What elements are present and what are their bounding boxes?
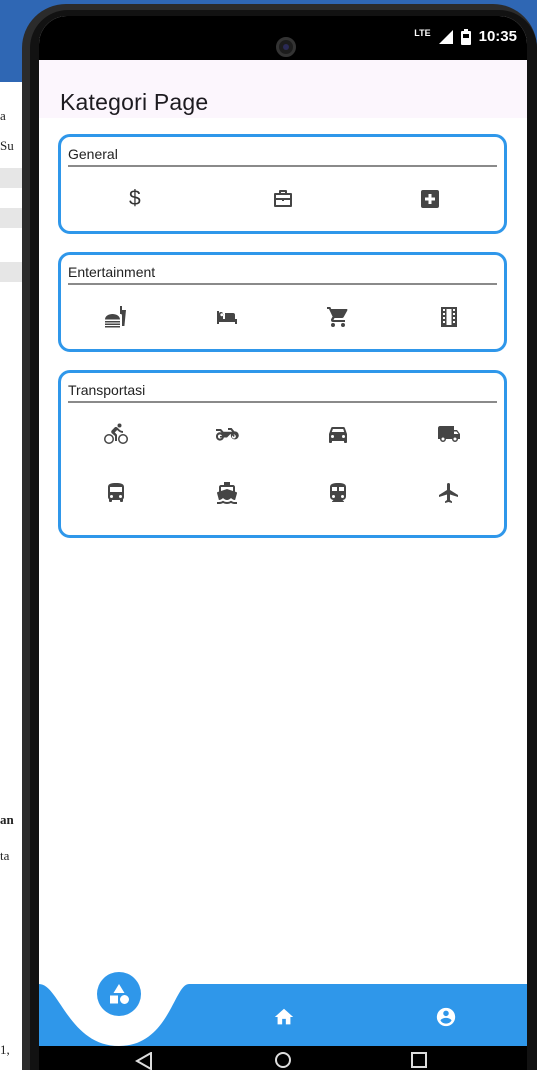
- nav-item-profile[interactable]: [433, 1004, 459, 1030]
- fastfood-icon: [105, 306, 127, 328]
- divider: [68, 401, 497, 403]
- category-item-general[interactable]: $: [61, 184, 209, 214]
- desktop-text-fragment: ta: [0, 848, 10, 863]
- category-item-transportasi[interactable]: [393, 419, 504, 449]
- boat-icon: [217, 482, 238, 504]
- divider: [68, 165, 497, 167]
- nav-item-category[interactable]: [97, 972, 141, 1016]
- desktop-text-fragment: Su: [0, 138, 14, 153]
- status-time: 10:35: [478, 28, 517, 45]
- motorcycle-icon: [216, 428, 239, 441]
- system-navigation-bar: [39, 1046, 527, 1070]
- home-circle-icon[interactable]: [275, 1052, 291, 1068]
- category-item-transportasi[interactable]: [283, 419, 394, 449]
- nav-item-home[interactable]: [271, 1004, 297, 1030]
- category-item-entertainment[interactable]: [393, 302, 504, 332]
- dollar-icon: $: [128, 187, 141, 210]
- signal-icon: [438, 29, 453, 44]
- account-circle-icon: [436, 1007, 456, 1027]
- category-item-transportasi[interactable]: [393, 478, 504, 508]
- category-item-entertainment[interactable]: [172, 302, 283, 332]
- category-card-transportasi: Transportasi: [58, 370, 507, 538]
- recents-icon[interactable]: [411, 1052, 427, 1068]
- hotel-bed-icon: [217, 311, 238, 324]
- page-title: Kategori Page: [60, 89, 209, 115]
- desktop-text-fragment: 1,: [0, 1042, 10, 1057]
- card-title: Entertainment: [68, 264, 156, 280]
- airplane-icon: [438, 483, 458, 503]
- home-icon: [274, 1008, 294, 1025]
- category-shapes-icon: [110, 984, 129, 1004]
- desktop-text-fragment: a: [0, 108, 6, 123]
- lte-icon: LTE: [414, 27, 431, 38]
- movie-film-icon: [440, 307, 457, 327]
- app-bar: Kategori Page: [39, 60, 527, 118]
- category-item-transportasi[interactable]: [172, 419, 283, 449]
- divider: [68, 283, 497, 285]
- train-icon: [329, 483, 346, 502]
- phone-screen: LTE 10:35 Kategori Page General $ Entert…: [39, 16, 527, 1046]
- category-item-entertainment[interactable]: [61, 302, 172, 332]
- briefcase-icon: [273, 190, 292, 207]
- bus-icon: [108, 483, 125, 502]
- category-item-transportasi[interactable]: [172, 478, 283, 508]
- bottom-navigation-bar: [39, 972, 527, 1046]
- car-icon: [328, 427, 347, 443]
- category-item-entertainment[interactable]: [283, 302, 394, 332]
- battery-icon: [460, 28, 471, 45]
- shopping-cart-icon: [326, 307, 348, 327]
- desktop-text-fragment: an: [0, 812, 14, 827]
- card-title: General: [68, 146, 118, 162]
- category-item-transportasi[interactable]: [283, 478, 394, 508]
- card-title: Transportasi: [68, 382, 146, 398]
- front-camera: [276, 37, 296, 57]
- category-item-transportasi[interactable]: [61, 478, 172, 508]
- category-item-general[interactable]: [356, 184, 504, 214]
- category-card-entertainment: Entertainment: [58, 252, 507, 352]
- category-item-transportasi[interactable]: [61, 419, 172, 449]
- medical-plus-icon: [421, 190, 440, 208]
- bicycle-icon: [104, 423, 129, 444]
- category-item-general[interactable]: [209, 184, 357, 214]
- back-icon[interactable]: [135, 1052, 153, 1070]
- truck-icon: [437, 426, 460, 442]
- category-card-general: General $: [58, 134, 507, 234]
